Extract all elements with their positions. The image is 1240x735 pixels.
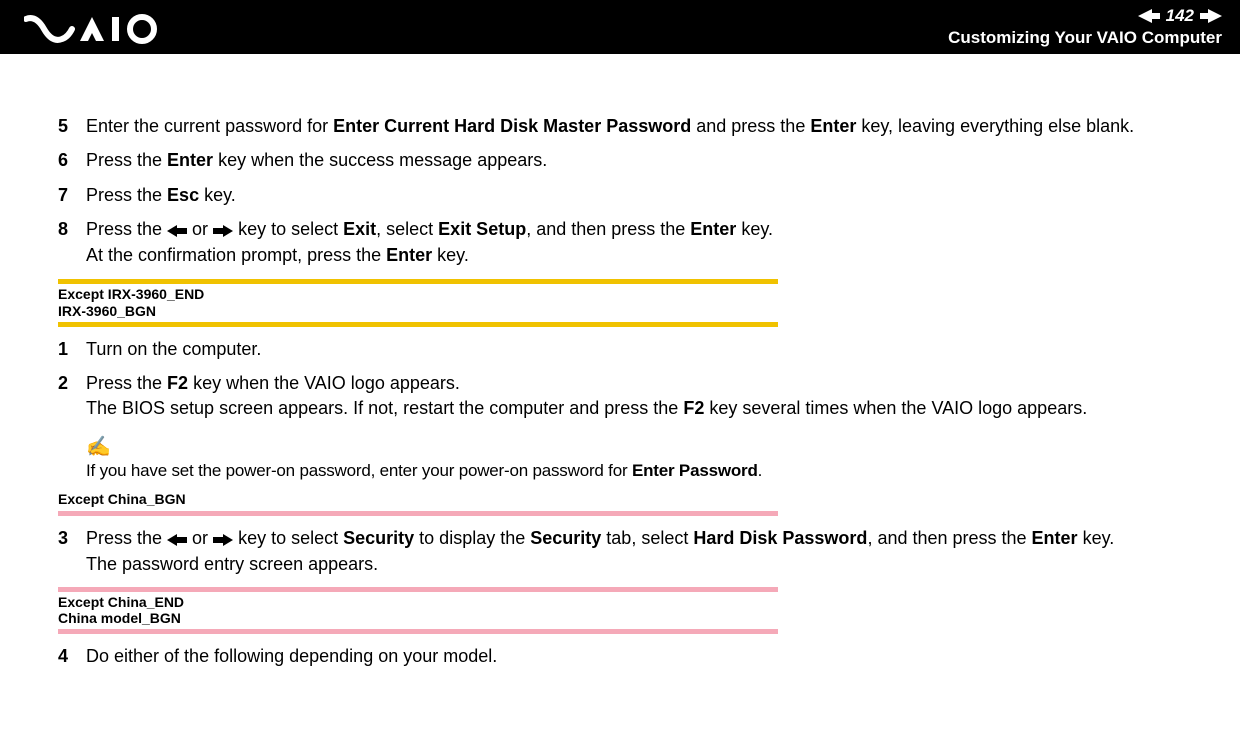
divider-label-line: IRX-3960_BGN bbox=[58, 303, 778, 320]
section-divider-pink: Except China_END China model_BGN bbox=[58, 587, 778, 635]
step-body: Press the Enter key when the success mes… bbox=[86, 148, 1182, 172]
note-icon: ✍ bbox=[86, 434, 1182, 459]
instruction-step: 5Enter the current password for Enter Cu… bbox=[58, 114, 1182, 138]
step-number: 8 bbox=[58, 217, 86, 268]
page-number: 142 bbox=[1166, 6, 1194, 26]
instruction-step: 3Press the or key to select Security to … bbox=[58, 526, 1182, 577]
step-list-top: 5Enter the current password for Enter Cu… bbox=[58, 114, 1182, 267]
arrow-left-icon bbox=[167, 528, 187, 552]
instruction-step: 2Press the F2 key when the VAIO logo app… bbox=[58, 371, 1182, 420]
step-list-bottom: 4Do either of the following depending on… bbox=[58, 644, 1182, 668]
instruction-step: 7Press the Esc key. bbox=[58, 183, 1182, 207]
step-number: 3 bbox=[58, 526, 86, 577]
arrow-right-icon bbox=[213, 219, 233, 243]
divider-label-line: China model_BGN bbox=[58, 610, 778, 627]
prev-page-arrow-icon[interactable] bbox=[1138, 9, 1160, 23]
divider-label-line: Except IRX-3960_END bbox=[58, 286, 778, 303]
page-navigation: 142 bbox=[948, 6, 1222, 26]
step-body: Press the or key to select Exit, select … bbox=[86, 217, 1182, 268]
step-number: 1 bbox=[58, 337, 86, 361]
document-content: 5Enter the current password for Enter Cu… bbox=[0, 54, 1240, 668]
step-list-mid: 1Turn on the computer.2Press the F2 key … bbox=[58, 337, 1182, 420]
step-body: Turn on the computer. bbox=[86, 337, 1182, 361]
next-page-arrow-icon[interactable] bbox=[1200, 9, 1222, 23]
instruction-step: 1Turn on the computer. bbox=[58, 337, 1182, 361]
step-number: 2 bbox=[58, 371, 86, 420]
note-block: ✍ If you have set the power-on password,… bbox=[86, 434, 1182, 481]
step-number: 4 bbox=[58, 644, 86, 668]
divider-label-line: Except China_END bbox=[58, 594, 778, 611]
arrow-left-icon bbox=[167, 219, 187, 243]
section-title: Customizing Your VAIO Computer bbox=[948, 28, 1222, 48]
step-number: 6 bbox=[58, 148, 86, 172]
instruction-step: 4Do either of the following depending on… bbox=[58, 644, 1182, 668]
step-number: 7 bbox=[58, 183, 86, 207]
note-text: If you have set the power-on password, e… bbox=[86, 461, 1182, 481]
step-number: 5 bbox=[58, 114, 86, 138]
instruction-step: 6Press the Enter key when the success me… bbox=[58, 148, 1182, 172]
step-body: Do either of the following depending on … bbox=[86, 644, 1182, 668]
section-divider-pink-single: Except China_BGN bbox=[58, 491, 1182, 516]
divider-label-line: Except China_BGN bbox=[58, 491, 1182, 507]
page-header: 142 Customizing Your VAIO Computer bbox=[0, 0, 1240, 54]
vaio-logo bbox=[24, 4, 164, 54]
step-body: Press the F2 key when the VAIO logo appe… bbox=[86, 371, 1182, 420]
section-divider-yellow: Except IRX-3960_END IRX-3960_BGN bbox=[58, 279, 778, 327]
arrow-right-icon bbox=[213, 528, 233, 552]
step-list-lower: 3Press the or key to select Security to … bbox=[58, 526, 1182, 577]
header-right: 142 Customizing Your VAIO Computer bbox=[948, 4, 1222, 48]
step-body: Press the or key to select Security to d… bbox=[86, 526, 1182, 577]
step-body: Press the Esc key. bbox=[86, 183, 1182, 207]
step-body: Enter the current password for Enter Cur… bbox=[86, 114, 1182, 138]
instruction-step: 8Press the or key to select Exit, select… bbox=[58, 217, 1182, 268]
